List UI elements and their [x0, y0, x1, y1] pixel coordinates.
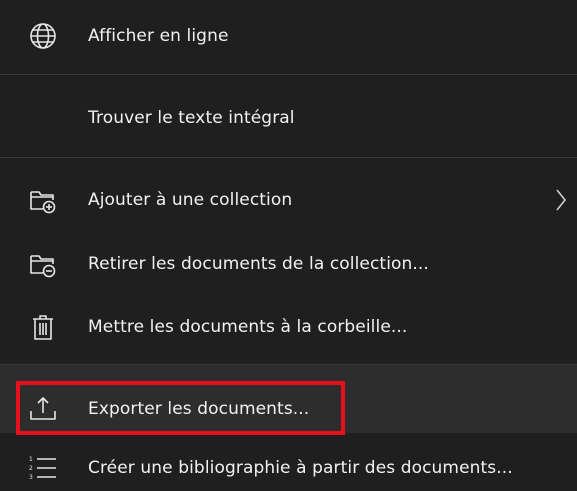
- menu-item-label: Mettre les documents à la corbeille...: [88, 317, 408, 337]
- numbered-list-icon: 1 2 3: [26, 451, 60, 485]
- menu-item-label: Exporter les documents...: [88, 399, 310, 419]
- svg-text:2: 2: [29, 465, 33, 472]
- globe-icon: [26, 19, 60, 53]
- menu-item-label: Ajouter à une collection: [88, 190, 293, 210]
- separator: [0, 157, 577, 158]
- folder-add-icon: [26, 183, 60, 217]
- menu-item-view-online[interactable]: Afficher en ligne: [0, 12, 577, 60]
- separator: [0, 74, 577, 75]
- menu-item-label: Retirer les documents de la collection..…: [88, 254, 429, 274]
- menu-item-remove-from-collection[interactable]: Retirer les documents de la collection..…: [0, 240, 577, 288]
- menu-item-find-full-text[interactable]: Trouver le texte intégral: [0, 94, 577, 142]
- menu-item-label: Créer une bibliographie à partir des doc…: [88, 458, 513, 478]
- trash-icon: [26, 310, 60, 344]
- menu-item-label: Afficher en ligne: [88, 26, 229, 46]
- menu-item-export-documents[interactable]: Exporter les documents...: [0, 365, 577, 433]
- menu-item-label: Trouver le texte intégral: [88, 108, 295, 128]
- chevron-right-icon: [553, 186, 569, 214]
- folder-remove-icon: [26, 247, 60, 281]
- export-icon: [26, 392, 60, 426]
- menu-item-move-to-trash[interactable]: Mettre les documents à la corbeille...: [0, 303, 577, 351]
- svg-text:1: 1: [29, 456, 33, 463]
- context-menu: Afficher en ligne Trouver le texte intég…: [0, 0, 577, 491]
- menu-item-create-bibliography[interactable]: 1 2 3 Créer une bibliographie à partir d…: [0, 444, 577, 491]
- menu-item-add-to-collection[interactable]: Ajouter à une collection: [0, 176, 577, 224]
- svg-text:3: 3: [29, 474, 33, 481]
